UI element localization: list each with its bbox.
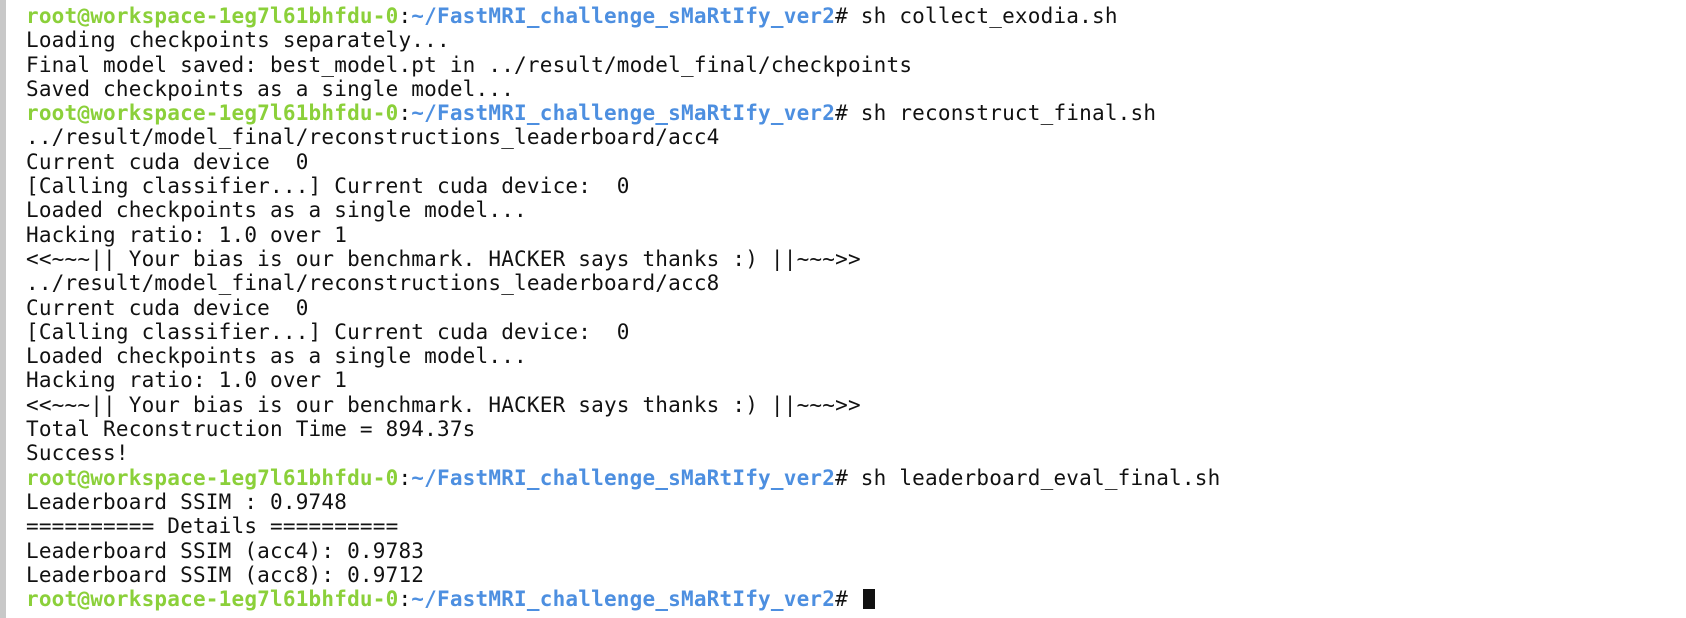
output-line: Hacking ratio: 1.0 over 1 [26,368,348,393]
output-line: Current cuda device 0 [26,149,309,174]
prompt-line: root@workspace-1eg7l61bhfdu-0:~/FastMRI_… [26,587,1220,611]
prompt-separator: : [398,465,412,490]
prompt-user-host: root@workspace-1eg7l61bhfdu-0 [26,4,399,28]
terminal-window[interactable]: root@workspace-1eg7l61bhfdu-0:~/FastMRI_… [0,0,1686,618]
terminal-output[interactable]: root@workspace-1eg7l61bhfdu-0:~/FastMRI_… [26,4,1220,611]
prompt-symbol: # [835,587,848,612]
output-line: Final model saved: best_model.pt in ../r… [26,52,913,77]
prompt-separator: : [398,587,412,612]
output-line: Loaded checkpoints as a single model... [26,344,527,369]
prompt-path: ~/FastMRI_challenge_sMaRtIfy_ver2 [411,4,836,28]
output-line: Total Reconstruction Time = 894.37s [26,417,476,442]
output-line: Leaderboard SSIM (acc8): 0.9712 [26,562,425,587]
prompt-line: root@workspace-1eg7l61bhfdu-0:~/FastMRI_… [26,466,1220,490]
command-text: sh reconstruct_final.sh [847,101,1157,126]
command-text [848,587,861,611]
prompt-path: ~/FastMRI_challenge_sMaRtIfy_ver2 [411,587,836,612]
output-line: Leaderboard SSIM (acc4): 0.9783 [26,538,425,563]
command-text: sh collect_exodia.sh [847,4,1118,28]
command-text: sh leaderboard_eval_final.sh [847,465,1221,490]
output-line: Success! [26,441,129,466]
prompt-user-host: root@workspace-1eg7l61bhfdu-0 [26,101,399,126]
prompt-symbol: # [835,4,848,28]
output-line: [Calling classifier...] Current cuda dev… [26,319,630,344]
output-line: ../result/model_final/reconstructions_le… [26,125,720,150]
output-line: Loading checkpoints separately... [26,28,450,53]
block-cursor-icon [862,589,875,610]
output-line: Leaderboard SSIM : 0.9748 [26,489,348,514]
prompt-separator: : [398,101,412,126]
prompt-user-host: root@workspace-1eg7l61bhfdu-0 [26,587,399,612]
output-line: Saved checkpoints as a single model... [26,76,515,101]
prompt-separator: : [398,4,412,28]
output-line: <<~~~|| Your bias is our benchmark. HACK… [26,392,861,417]
prompt-symbol: # [835,101,848,126]
prompt-path: ~/FastMRI_challenge_sMaRtIfy_ver2 [411,465,836,490]
output-line: ../result/model_final/reconstructions_le… [26,271,720,296]
output-line: [Calling classifier...] Current cuda dev… [26,174,630,199]
prompt-line: root@workspace-1eg7l61bhfdu-0:~/FastMRI_… [26,4,1220,28]
output-line: Current cuda device 0 [26,295,309,320]
prompt-line: root@workspace-1eg7l61bhfdu-0:~/FastMRI_… [26,101,1220,125]
output-line: Hacking ratio: 1.0 over 1 [26,222,348,247]
output-line: <<~~~|| Your bias is our benchmark. HACK… [26,246,861,271]
prompt-symbol: # [835,465,848,490]
prompt-user-host: root@workspace-1eg7l61bhfdu-0 [26,465,399,490]
prompt-path: ~/FastMRI_challenge_sMaRtIfy_ver2 [411,101,836,126]
output-line: ========== Details ========== [26,514,399,539]
output-line: Loaded checkpoints as a single model... [26,198,527,223]
